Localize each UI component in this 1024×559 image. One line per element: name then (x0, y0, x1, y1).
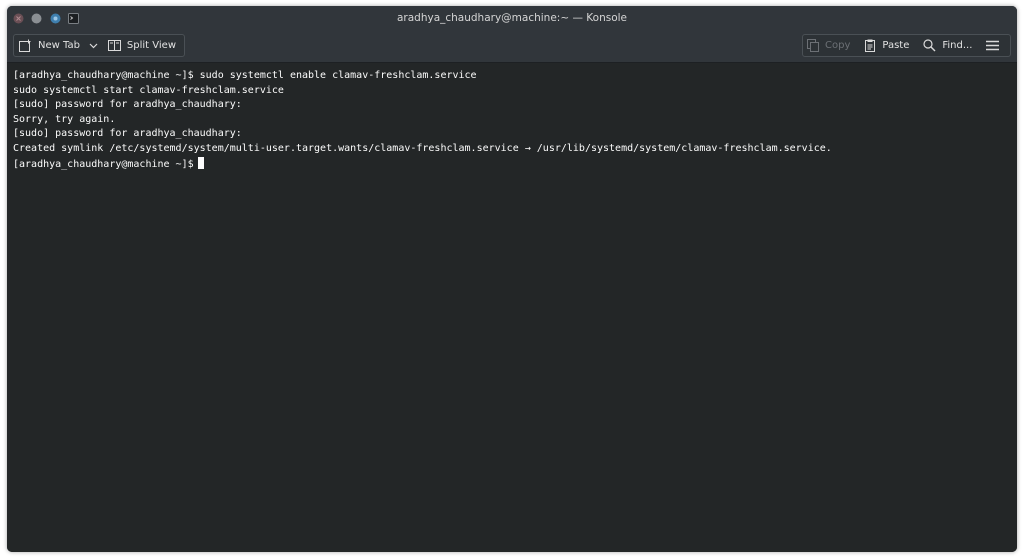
split-view-label: Split View (126, 40, 177, 51)
text-cursor (197, 156, 204, 169)
tab-actions-group: New Tab Split View (13, 34, 185, 57)
terminal-line: Created symlink /etc/systemd/system/mult… (13, 142, 832, 154)
find-button[interactable]: Find... (919, 35, 976, 56)
copy-label: Copy (825, 40, 851, 51)
terminal-line: Sorry, try again. (13, 113, 116, 125)
split-view-icon (107, 39, 121, 52)
window-title: aradhya_chaudhary@machine:~ — Konsole (396, 12, 628, 24)
shell-prompt: [aradhya_chaudhary@machine ~]$ (13, 158, 194, 170)
paste-label: Paste (882, 40, 910, 51)
paste-icon (864, 39, 876, 52)
terminal-prompt-line[interactable]: [aradhya_chaudhary@machine ~]$ (13, 156, 1017, 172)
copy-icon (807, 39, 819, 52)
hamburger-menu-button[interactable] (982, 35, 1003, 56)
edit-actions-group: Copy Paste Find... (802, 34, 1011, 57)
terminal-line: [sudo] password for aradhya_chaudhary: (13, 128, 242, 140)
chevron-down-icon[interactable] (89, 43, 98, 49)
hamburger-menu-icon (986, 40, 1000, 51)
find-label: Find... (942, 40, 973, 51)
split-view-button[interactable]: Split View (104, 35, 180, 56)
copy-button[interactable]: Copy (803, 35, 854, 56)
new-tab-icon (18, 39, 32, 53)
paste-button[interactable]: Paste (860, 35, 913, 56)
new-tab-label: New Tab (38, 40, 80, 51)
terminal-output[interactable]: [aradhya_chaudhary@machine ~]$ sudo syst… (7, 63, 1017, 552)
konsole-window: aradhya_chaudhary@machine:~ — Konsole Ne… (7, 6, 1017, 552)
terminal-line: [aradhya_chaudhary@machine ~]$ sudo syst… (13, 70, 477, 81)
new-tab-button[interactable]: New Tab (14, 35, 102, 56)
search-icon (923, 39, 936, 52)
toolbar: New Tab Split View Copy Paste Find... (7, 32, 1017, 63)
title-bar[interactable]: aradhya_chaudhary@machine:~ — Konsole (7, 6, 1017, 32)
terminal-line: sudo systemctl start clamav-freshclam.se… (13, 84, 284, 96)
terminal-line: [sudo] password for aradhya_chaudhary: (13, 99, 242, 111)
